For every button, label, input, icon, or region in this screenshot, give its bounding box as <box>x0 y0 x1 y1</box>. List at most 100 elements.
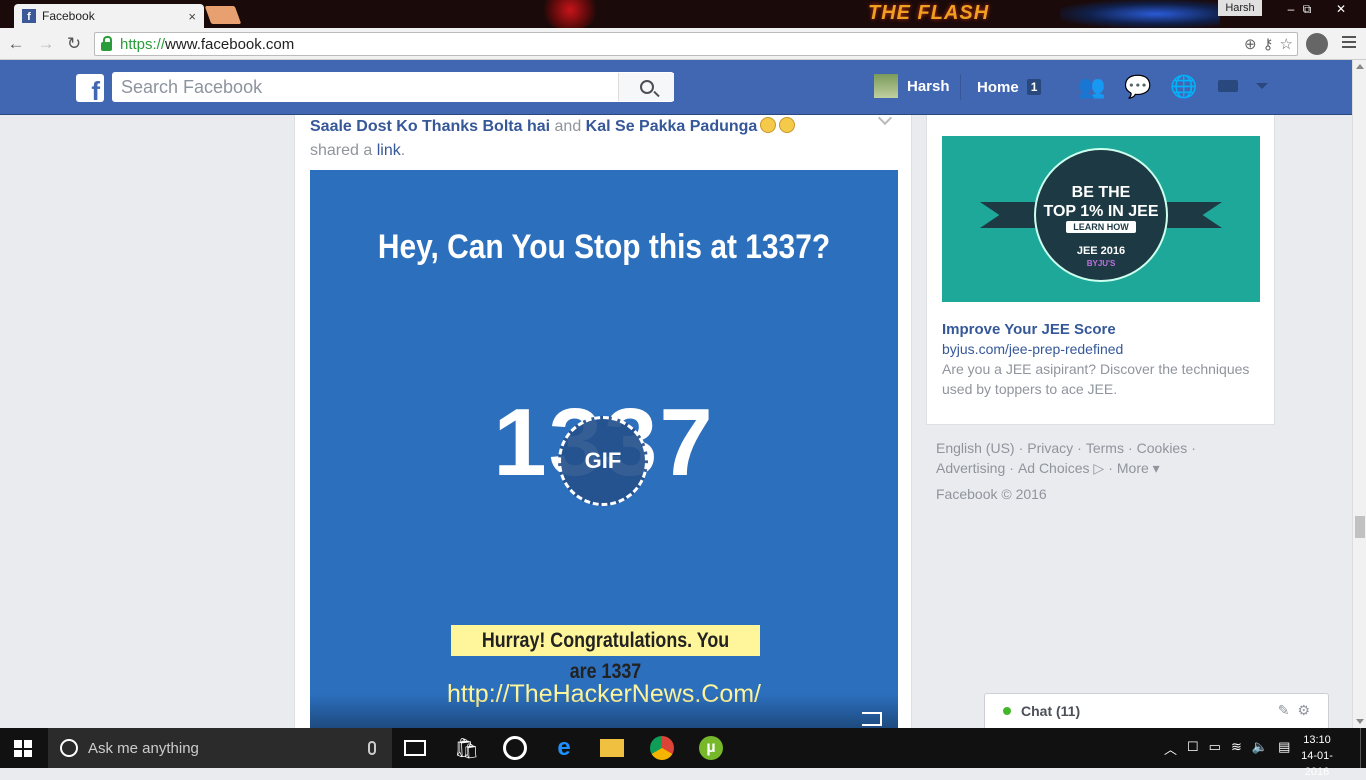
story-options-chevron-icon[interactable] <box>877 115 893 126</box>
browser-title-bar: THE FLASH f Facebook × Harsh – ⧉ ✕ <box>0 0 1366 28</box>
edge-browser-icon[interactable]: e <box>552 736 576 760</box>
keyboard-icon[interactable]: ▤ <box>1278 739 1290 758</box>
notification-icon[interactable]: ☐ <box>1187 739 1199 758</box>
messages-icon[interactable]: 💬 <box>1124 75 1152 99</box>
wallpaper-logo: THE FLASH <box>868 2 990 24</box>
ad-brand: BYJU'S <box>1086 259 1116 268</box>
story-actor-link[interactable]: Saale Dost Ko Thanks Bolta hai <box>310 118 550 135</box>
utorrent-icon[interactable]: µ <box>699 736 723 760</box>
news-feed: Saale Dost Ko Thanks Bolta hai and Kal S… <box>294 115 912 728</box>
footer-link[interactable]: Cookies <box>1137 440 1188 456</box>
account-menu-caret-icon[interactable] <box>1256 83 1268 89</box>
new-message-icon[interactable]: ✎ <box>1278 702 1290 719</box>
volume-icon[interactable]: 🔈 <box>1252 739 1268 758</box>
file-explorer-icon[interactable] <box>600 739 624 757</box>
chrome-icon[interactable] <box>650 736 674 760</box>
home-label: Home <box>977 78 1019 96</box>
clock-date: 14-01-2016 <box>1301 750 1333 778</box>
ad-title[interactable]: Improve Your JEE Score <box>942 321 1116 338</box>
ad-image[interactable]: BE THE TOP 1% IN JEE LEARN HOW JEE 2016 … <box>942 136 1260 302</box>
browser-menu-icon[interactable] <box>1342 36 1356 51</box>
cortana-placeholder: Ask me anything <box>88 739 199 757</box>
gif-play-button[interactable]: GIF <box>558 416 648 506</box>
ad-image-line3: JEE 2016 <box>1076 245 1126 257</box>
footer-link[interactable]: English (US) <box>936 440 1015 456</box>
wifi-icon[interactable]: ≋ <box>1231 739 1242 758</box>
key-icon[interactable]: ⚷ <box>1263 35 1274 53</box>
reload-icon[interactable]: ↻ <box>64 34 84 54</box>
facebook-logo-icon[interactable]: f <box>76 74 104 102</box>
gif-headline: Hey, Can You Stop this at 1337? <box>377 228 831 266</box>
ad-description: Are you a JEE asipirant? Discover the te… <box>942 361 1250 397</box>
search-input[interactable] <box>112 73 618 101</box>
online-status-icon <box>1003 707 1011 715</box>
microphone-icon[interactable] <box>368 741 376 755</box>
chat-bar[interactable]: Chat (11) ✎ ⚙ <box>984 693 1329 728</box>
wallpaper-blue <box>1060 0 1220 28</box>
profile-name: Harsh <box>907 77 950 95</box>
profile-link[interactable]: Harsh <box>874 74 950 98</box>
cortana-search-box[interactable]: Ask me anything <box>48 728 392 768</box>
url-text: https://www.facebook.com <box>120 35 295 53</box>
windows-taskbar: Ask me anything 🛍 e µ ︿ ☐ ▭ ≋ 🔈 ▤ 13:10 … <box>0 728 1366 778</box>
ad-domain[interactable]: byjus.com/jee-prep-redefined <box>942 341 1123 357</box>
home-link[interactable]: Home 1 <box>960 74 1042 100</box>
bookmark-star-icon[interactable]: ☆ <box>1280 35 1293 53</box>
address-bar[interactable]: https://www.facebook.com ⊕ ⚷ ☆ <box>94 32 1298 56</box>
search-icon <box>639 80 654 94</box>
wallpaper-glow <box>540 0 600 28</box>
friend-requests-icon[interactable]: 👥 <box>1078 75 1106 99</box>
extension-icon[interactable] <box>1306 33 1328 55</box>
footer-link[interactable]: Privacy <box>1027 440 1073 456</box>
emoji-icon <box>760 117 777 133</box>
back-arrow-icon[interactable]: ← <box>6 34 26 54</box>
emoji-icon <box>779 117 796 133</box>
search-button[interactable] <box>618 73 674 101</box>
lock-icon <box>101 35 112 51</box>
scroll-down-arrow-icon[interactable] <box>1356 719 1364 724</box>
footer-more-link[interactable]: More <box>1117 460 1149 476</box>
windows-start-icon[interactable] <box>14 740 32 757</box>
footer-link[interactable]: Ad Choices <box>1018 460 1090 476</box>
shared-gif-media[interactable]: Hey, Can You Stop this at 1337? 1337 GIF… <box>310 170 898 728</box>
battery-icon[interactable]: ▭ <box>1209 739 1221 758</box>
forward-arrow-icon[interactable]: → <box>36 34 56 54</box>
chat-settings-gear-icon[interactable]: ⚙ <box>1297 702 1310 719</box>
close-window-button[interactable]: ✕ <box>1326 0 1356 18</box>
page-footer: English (US) · Privacy · Terms · Cookies · Adve… <box>936 438 1266 504</box>
expand-icon[interactable] <box>862 712 882 726</box>
browser-profile-button[interactable]: Harsh <box>1218 0 1262 16</box>
browser-tab-facebook[interactable]: f Facebook × <box>14 4 204 28</box>
cortana-icon <box>60 739 78 757</box>
media-shadow <box>310 694 898 728</box>
show-desktop-button[interactable] <box>1360 728 1366 768</box>
footer-link[interactable]: Advertising <box>936 460 1005 476</box>
restore-button[interactable]: ⧉ <box>1292 0 1322 18</box>
tray-expand-icon[interactable]: ︿ <box>1164 739 1177 758</box>
story-action-suffix: . <box>400 142 406 159</box>
clock-time: 13:10 <box>1303 734 1331 746</box>
scrollbar-thumb[interactable] <box>1355 516 1365 538</box>
footer-link[interactable]: Terms <box>1086 440 1124 456</box>
facebook-favicon-icon: f <box>22 9 36 23</box>
scroll-up-arrow-icon[interactable] <box>1356 64 1364 69</box>
media-player-icon[interactable] <box>503 736 527 760</box>
zoom-icon[interactable]: ⊕ <box>1244 35 1257 53</box>
notifications-globe-icon[interactable]: 🌐 <box>1170 75 1198 99</box>
store-icon[interactable]: 🛍 <box>454 736 479 760</box>
ad-image-line2: TOP 1% IN JEE <box>1043 203 1159 220</box>
facebook-header: f Harsh Home 1 👥 💬 🌐 <box>0 60 1352 115</box>
story-conjunction: and <box>554 118 582 135</box>
taskbar-clock[interactable]: 13:10 14-01-2016 <box>1292 732 1342 780</box>
facebook-search <box>112 72 674 102</box>
page-scrollbar[interactable] <box>1352 60 1366 728</box>
story-link-word[interactable]: link <box>377 142 401 159</box>
tab-close-icon[interactable]: × <box>188 9 196 24</box>
new-tab-button[interactable] <box>204 6 242 24</box>
copyright: Facebook © 2016 <box>936 486 1047 502</box>
task-view-icon[interactable] <box>404 740 426 756</box>
sponsored-ad: BE THE TOP 1% IN JEE LEARN HOW JEE 2016 … <box>926 115 1275 425</box>
story-actor-link[interactable]: Kal Se Pakka Padunga <box>586 118 758 135</box>
system-tray: ︿ ☐ ▭ ≋ 🔈 ▤ <box>1164 739 1290 758</box>
privacy-shortcuts-icon[interactable] <box>1218 80 1238 92</box>
